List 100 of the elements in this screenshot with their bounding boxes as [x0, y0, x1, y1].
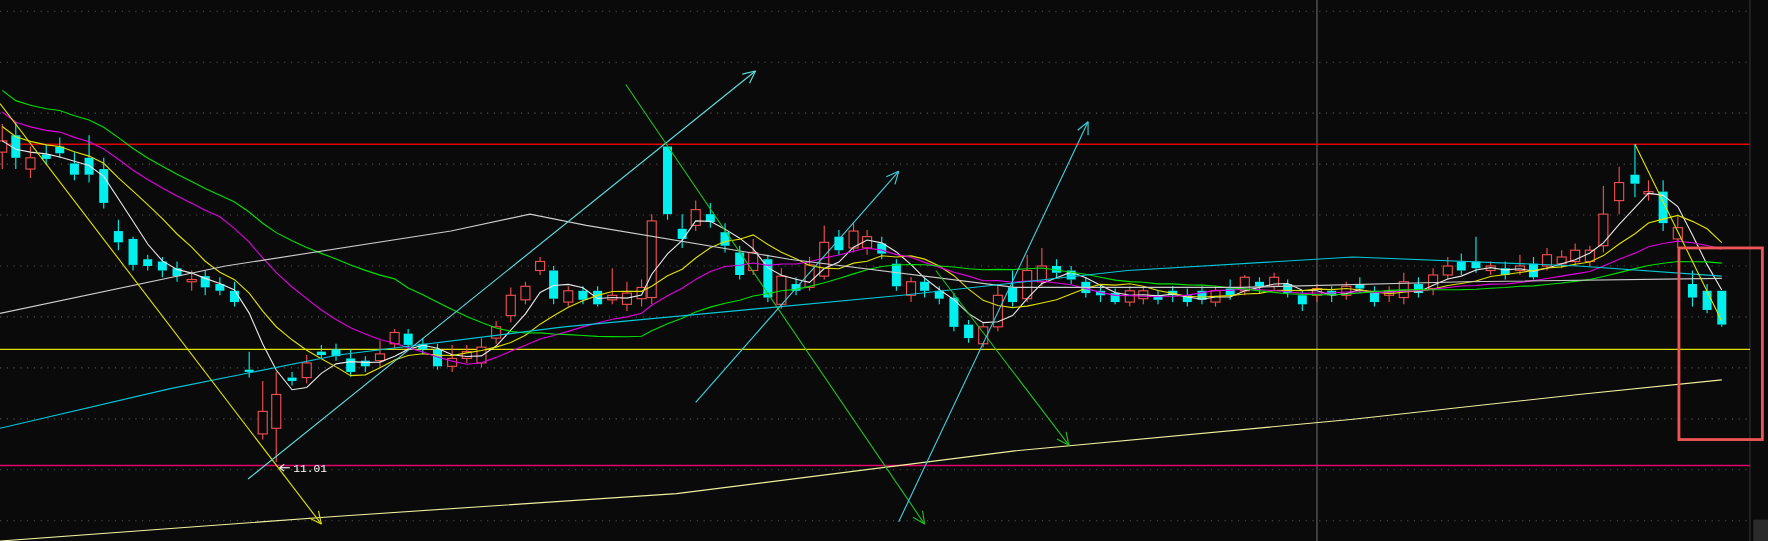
- candlestick: [720, 222, 730, 254]
- candlestick: [1528, 256, 1538, 281]
- candlestick: [360, 355, 370, 373]
- candlestick: [1702, 283, 1712, 314]
- candlestick: [172, 260, 182, 283]
- candlestick: [776, 267, 787, 310]
- candlestick: [403, 328, 413, 350]
- candlestick: [992, 283, 1003, 332]
- candlestick: [215, 276, 225, 296]
- candlestick: [346, 348, 356, 377]
- candlestick: [593, 285, 603, 308]
- candlestick: [949, 292, 959, 332]
- candlestick: [1717, 290, 1727, 328]
- candlestick: [1471, 236, 1481, 274]
- scroll-thumb[interactable]: [1753, 519, 1768, 541]
- candlestick: [1110, 287, 1120, 305]
- candlestick: [476, 337, 487, 368]
- candlestick: [1341, 281, 1352, 301]
- candlestick: [1297, 290, 1307, 312]
- candlestick: [447, 344, 458, 373]
- candlestick: [1687, 269, 1697, 308]
- candlestick: [978, 321, 989, 348]
- candlestick: [1598, 185, 1609, 254]
- candlestick: [621, 281, 632, 312]
- candlestick: [55, 136, 65, 159]
- candlestick: [331, 343, 341, 362]
- candlestick: [1584, 245, 1595, 267]
- candlestick: [1442, 256, 1453, 281]
- candlestick: [535, 256, 546, 276]
- candlestick: [1570, 242, 1581, 267]
- candlestick: [964, 319, 974, 344]
- candlestick: [1168, 285, 1178, 303]
- candlestick: [877, 236, 887, 260]
- candlestick: [186, 269, 197, 292]
- left-arrow-icon: [279, 463, 291, 472]
- candlestick: [1672, 215, 1683, 249]
- candlestick: [1614, 166, 1625, 215]
- candlestick: [1283, 278, 1293, 299]
- candlestick: [316, 344, 326, 359]
- candlestick: [1182, 287, 1192, 308]
- candlestick: [461, 344, 472, 364]
- candlestick: [1311, 283, 1323, 303]
- candlestick: [748, 238, 759, 276]
- candlestick: [1327, 285, 1337, 303]
- candlestick: [1081, 276, 1091, 299]
- candlestick: [1022, 254, 1033, 303]
- candlestick: [690, 200, 701, 232]
- candlestick: [244, 351, 254, 379]
- candlestick: [1413, 276, 1423, 299]
- candlestick: [1153, 290, 1163, 305]
- candlestick: [1369, 285, 1379, 308]
- candlestick: [1643, 179, 1654, 202]
- candlestick: [157, 256, 167, 278]
- candlestick: [1225, 278, 1235, 301]
- candlestick: [819, 224, 830, 281]
- candlestick: [113, 219, 123, 251]
- candlestick: [287, 371, 297, 387]
- candlestick: [1096, 283, 1105, 303]
- candlestick: [128, 236, 138, 272]
- candlestick: [1500, 260, 1510, 281]
- candlestick: [705, 202, 715, 229]
- candlestick: [862, 229, 873, 256]
- candlestick: [804, 256, 815, 292]
- candlestick: [301, 354, 312, 384]
- candlestick: [1269, 272, 1280, 292]
- candlestick: [1066, 265, 1076, 285]
- candlestick: [735, 245, 745, 281]
- candlestick: [1239, 274, 1250, 296]
- candlestick: [257, 380, 268, 441]
- candlestick: [1210, 285, 1221, 308]
- candlestick: [200, 269, 210, 296]
- candlestick: [143, 254, 153, 272]
- candlestick: [389, 328, 400, 350]
- candlestick: [891, 258, 901, 292]
- price-label: 11.01: [293, 463, 327, 476]
- candlestick: [677, 213, 687, 249]
- candlestick: [1514, 254, 1525, 276]
- candlestick: [920, 276, 930, 299]
- candlestick: [1124, 285, 1135, 308]
- candlestick: [834, 229, 844, 256]
- candlestick: [84, 134, 94, 184]
- candlestick: [374, 339, 386, 368]
- candlestick: [578, 285, 588, 305]
- candlestick: [520, 281, 531, 305]
- candlestick: [763, 254, 773, 303]
- candlestick: [1456, 253, 1466, 276]
- candlestick: [549, 265, 559, 305]
- candlestick: [1197, 285, 1207, 305]
- candlestick: [1008, 269, 1018, 308]
- candlestick: [25, 145, 36, 179]
- candlestick: [1052, 258, 1062, 278]
- candlestick: [1138, 285, 1149, 305]
- candlestick: [69, 151, 79, 181]
- candlestick: [1630, 143, 1640, 198]
- candlestick: [607, 267, 618, 305]
- candlestick: [1036, 247, 1047, 287]
- candlestick: [1485, 260, 1496, 276]
- candlestick: [99, 157, 109, 210]
- candlestick: [1428, 267, 1439, 296]
- candlestick: [1658, 179, 1668, 232]
